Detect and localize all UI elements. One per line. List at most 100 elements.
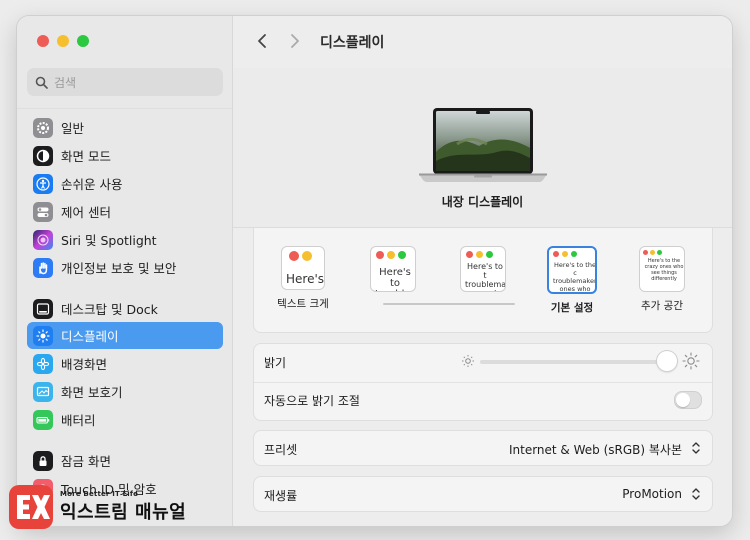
screensaver-icon [33, 381, 53, 402]
siri-icon [33, 229, 53, 250]
display-brightness-icon [33, 325, 53, 346]
brightness-label: 밝기 [264, 356, 287, 370]
display-hero: 내장 디스플레이 [233, 68, 732, 228]
appearance-icon [33, 145, 53, 166]
control-center-icon [33, 201, 53, 222]
sidebar-item-label: 개인정보 보호 및 보안 [61, 261, 177, 276]
resolution-label: 텍스트 크게 [277, 298, 329, 310]
popup-chevron-icon[interactable] [690, 440, 702, 456]
resolution-option-more-space[interactable]: Here's to the crazy ones who see things … [627, 246, 697, 313]
resolution-option-2[interactable]: Here's to troublem [358, 246, 428, 298]
gear-icon [33, 117, 53, 138]
thumbnail-text: Here's to troublem [375, 267, 415, 291]
toggle-knob [676, 393, 690, 407]
resolution-option-larger-text[interactable]: Here's 텍스트 크게 [268, 246, 338, 311]
sidebar-item-privacy-security[interactable]: 개인정보 보호 및 보안 [27, 254, 223, 281]
thumbnail-text: Here's to t troublema ones who [465, 262, 506, 291]
auto-brightness-toggle[interactable] [674, 391, 702, 409]
sidebar-item-label: 디스플레이 [61, 329, 119, 344]
lock-icon [33, 450, 53, 471]
preset-label: 프리셋 [264, 443, 298, 457]
sidebar-item-label: 손쉬운 사용 [61, 177, 123, 192]
battery-icon [33, 409, 53, 430]
brightness-high-icon [682, 352, 700, 370]
search-icon [35, 76, 48, 89]
thumbnail-text: Here's to the c troublemakers. ones who … [553, 261, 597, 293]
resolution-thumbnail: Here's to the crazy ones who see things … [639, 246, 685, 292]
resolution-option-3[interactable]: Here's to t troublema ones who [448, 246, 518, 298]
brightness-group: 밝기 자동으로 밝기 조절 [253, 343, 713, 421]
sidebar-item-screensaver[interactable]: 화면 보호기 [27, 378, 223, 405]
popup-chevron-icon[interactable] [690, 486, 702, 502]
thumbnail-text: Here's [286, 272, 325, 286]
refresh-rate-row: 재생률 ProMotion [253, 476, 713, 512]
sidebar-item-label: 잠금 화면 [61, 454, 111, 469]
sidebar-item-lock-screen[interactable]: 잠금 화면 [27, 447, 223, 474]
sidebar-item-accessibility[interactable]: 손쉬운 사용 [27, 170, 223, 197]
resolution-picker: Here's 텍스트 크게 Here's to troublem [253, 228, 713, 333]
dock-icon [33, 298, 53, 319]
main-pane: 디스플레이 내장 디스플레이 Here's 텍스트 크게 Here's to H… [233, 16, 732, 526]
window-dots-icon [466, 251, 493, 258]
resolution-label: 기본 설정 [550, 302, 594, 314]
watermark: More Better IT Life 익스트림 매뉴얼 [8, 484, 186, 530]
brightness-slider[interactable] [480, 360, 676, 364]
window-dots-icon [553, 251, 577, 257]
sidebar-divider [17, 108, 232, 109]
resolution-option-default[interactable]: Here's to the c troublemakers. ones who … [537, 246, 607, 315]
resolution-thumbnail: Here's to t troublema ones who [460, 246, 506, 292]
sidebar-item-label: Siri 및 Spotlight [61, 233, 157, 248]
resolution-label: 추가 공간 [641, 300, 683, 312]
refresh-rate-value[interactable]: ProMotion [622, 487, 682, 501]
sidebar-item-label: 데스크탑 및 Dock [61, 302, 158, 317]
search-placeholder: 검색 [54, 75, 77, 90]
sidebar-item-label: 배터리 [61, 413, 96, 428]
accessibility-icon [33, 173, 53, 194]
brightness-slider-knob[interactable] [657, 351, 677, 371]
preset-row: 프리셋 Internet & Web (sRGB) 복사본 [253, 430, 713, 466]
brightness-low-icon [462, 355, 474, 367]
extreme-manual-logo-icon [9, 485, 53, 529]
watermark-text: More Better IT Life 익스트림 매뉴얼 [60, 490, 186, 524]
display-name: 내장 디스플레이 [441, 195, 524, 209]
thumbnail-text: Here's to the crazy ones who see things … [644, 258, 684, 282]
sidebar-item-general[interactable]: 일반 [27, 114, 223, 141]
sidebar-item-displays[interactable]: 디스플레이 [27, 322, 223, 349]
resolution-scroll-bar[interactable] [383, 303, 515, 305]
sidebar-item-wallpaper[interactable]: 배경화면 [27, 350, 223, 377]
sidebar-item-control-center[interactable]: 제어 센터 [27, 198, 223, 225]
window-dots-icon [376, 251, 406, 259]
sidebar: 검색 일반 화면 모드 손쉬운 사용 제어 센터 Siri 및 Spotligh… [17, 16, 233, 526]
watermark-tagline: More Better IT Life [60, 490, 139, 498]
resolution-thumbnail: Here's to troublem [370, 246, 416, 292]
sidebar-item-desktop-dock[interactable]: 데스크탑 및 Dock [27, 295, 223, 322]
sidebar-item-appearance[interactable]: 화면 모드 [27, 142, 223, 169]
resolution-thumbnail-selected: Here's to the c troublemakers. ones who … [547, 246, 597, 294]
minimize-button[interactable] [57, 35, 69, 47]
resolution-thumbnail: Here's [281, 246, 325, 290]
forward-chevron-icon[interactable] [290, 33, 300, 49]
wallpaper-icon [33, 353, 53, 374]
settings-window: 검색 일반 화면 모드 손쉬운 사용 제어 센터 Siri 및 Spotligh… [17, 16, 732, 526]
search-field[interactable]: 검색 [27, 68, 223, 96]
zoom-button[interactable] [77, 35, 89, 47]
window-dots-icon [643, 250, 662, 255]
sidebar-item-label: 일반 [61, 121, 85, 136]
page-title: 디스플레이 [320, 35, 385, 51]
sidebar-item-label: 화면 보호기 [61, 385, 123, 400]
close-button[interactable] [37, 35, 49, 47]
auto-brightness-row: 자동으로 밝기 조절 [254, 382, 712, 420]
brightness-row: 밝기 [254, 344, 712, 383]
sidebar-item-label: 제어 센터 [61, 205, 111, 220]
macbook-pro-image[interactable] [417, 106, 549, 184]
hand-icon [33, 257, 53, 278]
back-chevron-icon[interactable] [257, 33, 267, 49]
window-dots-icon [287, 251, 312, 261]
traffic-lights [37, 35, 89, 47]
sidebar-item-battery[interactable]: 배터리 [27, 406, 223, 433]
sidebar-item-siri-spotlight[interactable]: Siri 및 Spotlight [27, 226, 223, 253]
preset-value[interactable]: Internet & Web (sRGB) 복사본 [509, 441, 682, 458]
sidebar-item-label: 화면 모드 [61, 149, 111, 164]
sidebar-item-label: 배경화면 [61, 357, 108, 372]
watermark-name: 익스트림 매뉴얼 [60, 502, 187, 523]
